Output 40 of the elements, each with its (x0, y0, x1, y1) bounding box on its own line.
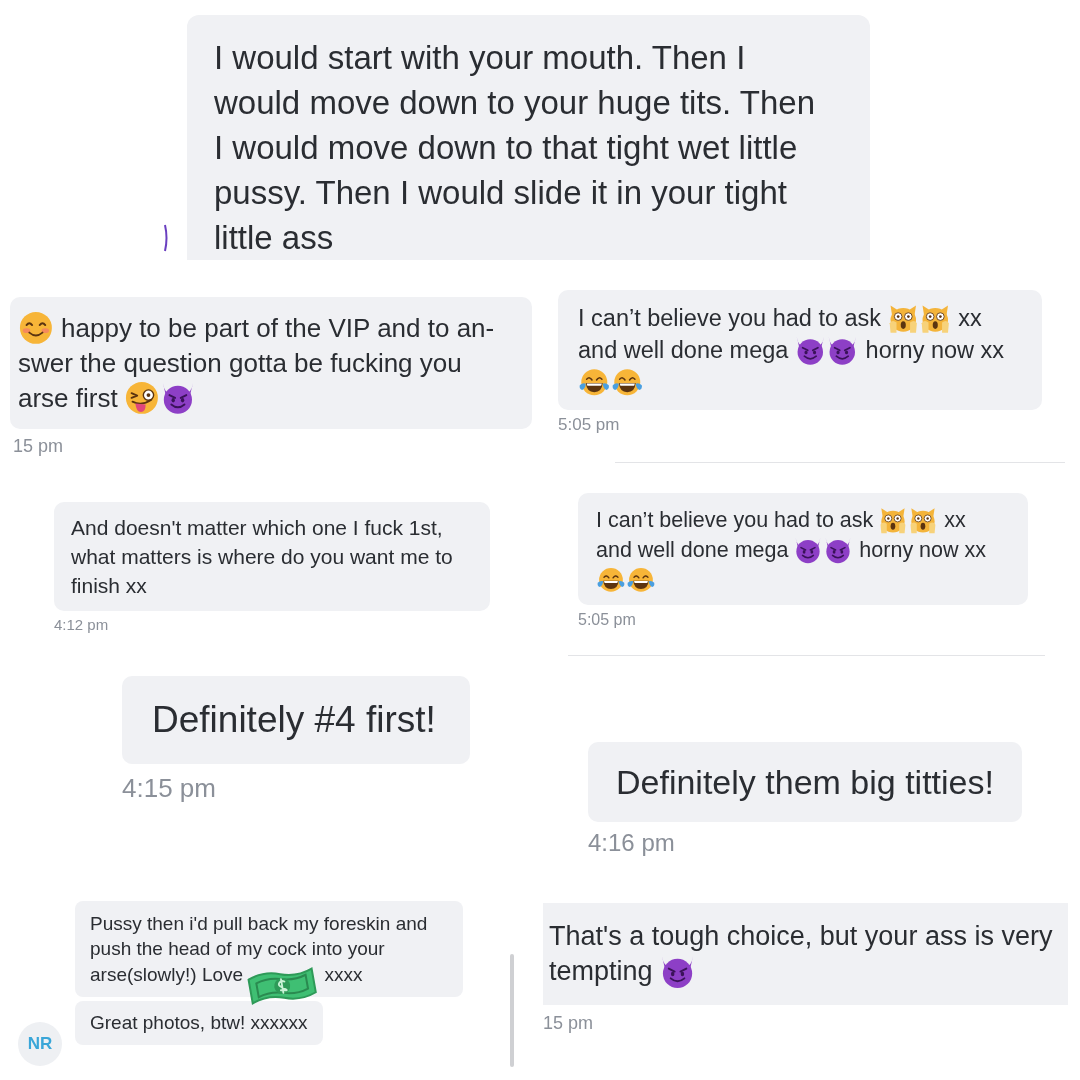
message-text: That's a tough choice, but your ass is very (549, 920, 1053, 953)
scrollbar[interactable] (510, 954, 514, 1067)
message-text: I can’t believe you had to ask (596, 507, 874, 534)
timestamp: 5:05 pm (578, 611, 636, 629)
message-text: xx (958, 304, 982, 333)
timestamp: 15 pm (543, 1013, 594, 1033)
laughing-face-with-tears-icon (579, 366, 610, 398)
message-text: And doesn't matter which one I fuck 1st, what matters is where do you want me to finish xx (71, 514, 454, 599)
timestamp: 4:16 pm (588, 830, 675, 856)
message-text: Definitely #4 first! (152, 698, 437, 742)
laughing-face-with-tears-icon (611, 366, 643, 398)
timestamp: 15 pm (12, 436, 64, 456)
message-text: horny now xx (859, 537, 987, 564)
message-text: xx (944, 507, 966, 534)
timestamp: 4:15 pm (122, 774, 216, 802)
scared-cat-face-icon (879, 506, 908, 534)
message-text: Definitely them big titties! (616, 763, 994, 801)
avatar: NR (18, 1022, 62, 1066)
message-text: arse(slowly!) Love (90, 962, 244, 987)
message-text: and well done mega (578, 336, 789, 365)
message-text: xxxx (324, 962, 363, 987)
message-text: Pussy then i'd pull back my foreskin and (90, 911, 428, 936)
message-text: I would start with your mouth. Then I would move down to your huge tits. Then I would move down to that tight wet little pussy. Then I would slide it in your tight little ass (214, 38, 817, 258)
timestamp: 5:05 pm (558, 415, 620, 435)
message-text: Great photos, btw! xxxxxx (90, 1011, 308, 1036)
scared-cat-face-icon (909, 506, 938, 534)
message-text: horny now xx (865, 336, 1005, 365)
message-text: I can’t believe you had to ask (578, 304, 882, 333)
message-text: arse first (18, 381, 118, 415)
edge-fragment-icon (163, 224, 169, 252)
message-text: push the head of my cock into your (90, 937, 385, 962)
laughing-face-with-tears-icon (597, 566, 625, 594)
laughing-face-with-tears-icon (626, 566, 655, 594)
winking-face-with-tongue-icon (124, 381, 159, 415)
timestamp: 4:12 pm (54, 616, 109, 634)
message-text: happy to be part of the VIP and to an- (61, 311, 495, 345)
smiling-face-icon (19, 311, 53, 345)
message-text: tempting (549, 955, 653, 988)
message-text: swer the question gotta be fucking you (18, 346, 462, 380)
message-text: and well done mega (596, 537, 789, 564)
